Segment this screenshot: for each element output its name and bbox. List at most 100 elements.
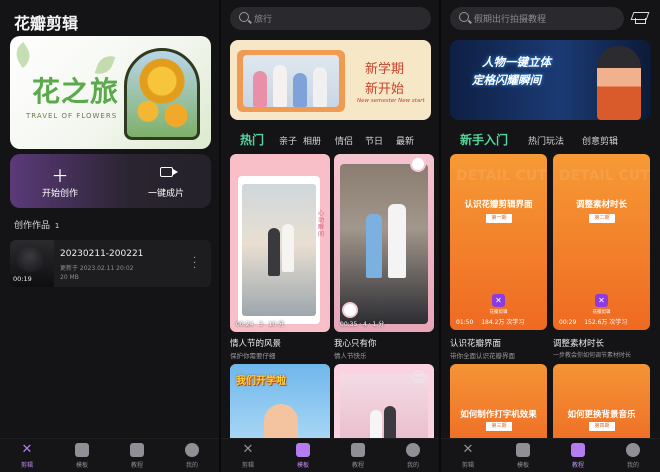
more-icon[interactable]: · · ·	[193, 254, 197, 274]
card-subtitle: 保护你需要仔细	[230, 352, 276, 360]
episode-badge: 第四期	[589, 422, 615, 431]
tab-label: 教程	[351, 462, 364, 469]
template-card[interactable]: 00:35 · 4 · 1 分	[334, 154, 434, 332]
card-title: 我心只有你	[334, 339, 377, 349]
tab-hot[interactable]: 热门	[240, 131, 264, 148]
banner-line2: 定格闪耀瞬间	[472, 73, 541, 87]
tab-beginner[interactable]: 新手入门	[460, 131, 508, 148]
tab-label: 我的	[406, 462, 419, 469]
card-subtitle: 情人节快乐	[334, 352, 367, 360]
work-item[interactable]: 00:19 20230211-200221 更新于 2023.02.11 20:…	[10, 240, 211, 287]
edit-x-icon: ✕	[242, 442, 254, 457]
tutorial-views: 184.2万 次学习	[481, 319, 525, 326]
category-tabs: 热门 亲子 相册 情侣 节日 最新	[240, 132, 439, 150]
bottom-tabbar: ✕ 剪辑 模板 教程 我的	[441, 438, 660, 472]
graduation-cap-icon[interactable]	[632, 10, 648, 24]
tab-tutorial[interactable]: 教程	[551, 441, 605, 469]
one-click-video-button[interactable]: 一键成片	[126, 154, 206, 208]
tab-template[interactable]: 模板	[276, 441, 330, 469]
tutorial-title: 调整素材时长	[553, 339, 605, 349]
tab-album[interactable]: 相册	[303, 134, 321, 147]
tab-label: 剪辑	[461, 462, 474, 469]
start-create-label: 开始创作	[41, 189, 78, 199]
template-icon	[75, 443, 89, 457]
tutorial-screen: 假期出行拍摄教程 人物一键立体 定格闪耀瞬间 新手入门 热门玩法 创意剪辑 DE…	[441, 0, 660, 472]
avatar-icon	[406, 443, 420, 457]
tab-family[interactable]: 亲子	[279, 134, 297, 147]
tab-edit[interactable]: ✕ 剪辑	[441, 441, 495, 470]
app-logo-icon: ✕	[492, 294, 505, 307]
card-meta: 00:35 · 4 · 1 分	[340, 321, 385, 328]
flower-decoration	[344, 304, 356, 316]
tab-hot-play[interactable]: 热门玩法	[528, 134, 564, 147]
category-tabs: 新手入门 热门玩法 创意剪辑	[460, 132, 660, 150]
tab-edit[interactable]: ✕ 剪辑	[221, 441, 275, 470]
tutorial-card[interactable]: DETAIL CUT 认识花瓣剪辑界面 第一期 ✕ 花瓣剪辑 01:50 184…	[450, 154, 547, 330]
hero-subtitle: TRAVEL OF FLOWERS	[26, 112, 118, 120]
app-title: 花瓣剪辑	[14, 14, 79, 33]
tab-edit[interactable]: ✕ 剪辑	[0, 441, 54, 470]
tab-label: 我的	[626, 462, 639, 469]
tab-mine[interactable]: 我的	[606, 441, 660, 469]
banner-line2: 新开始	[365, 82, 405, 97]
promo-banner[interactable]: 人物一键立体 定格闪耀瞬间	[450, 40, 651, 120]
tutorial-time: 01:50	[456, 319, 474, 326]
avatar-icon	[626, 443, 640, 457]
promo-banner[interactable]: 新学期 新开始 New semester New start	[230, 40, 431, 120]
template-icon	[296, 443, 310, 457]
tab-festival[interactable]: 节日	[365, 134, 383, 147]
tutorial-card[interactable]: DETAIL CUT 调整素材时长 第二期 ✕ 花瓣剪辑 00:29 152.6…	[553, 154, 650, 330]
tab-mine[interactable]: 我的	[386, 441, 439, 469]
tutorial-subtitle: 带你全面认识花瓣界面	[450, 352, 515, 360]
carousel-dots	[535, 112, 566, 115]
leaf-decoration	[11, 41, 35, 69]
start-create-button[interactable]: ＋ 开始创作	[10, 154, 110, 208]
flower-decoration	[412, 158, 424, 170]
couple-photo	[242, 184, 316, 316]
template-card[interactable]: 心动瞬间 00:24 · 3 · 10 分	[230, 154, 330, 332]
tab-couple[interactable]: 情侣	[335, 134, 353, 147]
tutorial-time: 00:29	[559, 319, 577, 326]
tab-label: 剪辑	[241, 462, 254, 469]
tutorial-card-title: 如何制作打字机效果	[460, 410, 537, 420]
tab-mine[interactable]: 我的	[165, 441, 219, 469]
works-heading: 创作作品 1	[14, 218, 59, 231]
tab-label: 我的	[185, 462, 198, 469]
tutorial-icon	[130, 443, 144, 457]
hero-banner[interactable]: 花之旅 TRAVEL OF FLOWERS	[10, 36, 211, 149]
tab-template[interactable]: 模板	[496, 441, 550, 469]
works-label: 创作作品	[14, 221, 51, 231]
tutorial-icon	[571, 443, 585, 457]
tutorial-card-title: 调整素材时长	[575, 200, 627, 210]
episode-badge: 第三期	[486, 422, 512, 431]
one-click-video-label: 一键成片	[147, 189, 184, 199]
tab-latest[interactable]: 最新	[396, 134, 414, 147]
tab-tutorial[interactable]: 教程	[110, 441, 164, 469]
tutorial-icon	[351, 443, 365, 457]
work-name: 20230211-200221	[60, 249, 144, 259]
brand-label: 花瓣剪辑	[592, 310, 611, 315]
create-actions: ＋ 开始创作 一键成片	[10, 154, 211, 208]
vertical-text: 心动瞬间	[318, 210, 325, 238]
search-bar[interactable]: 假期出行拍摄教程	[450, 7, 624, 30]
avatar-icon	[185, 443, 199, 457]
couple-photo	[340, 164, 428, 324]
watermark-text: DETAIL CUT	[456, 168, 547, 184]
tutorial-subtitle: 一步教会你如何调节素材时长	[553, 352, 632, 359]
watermark-text: DETAIL CUT	[559, 168, 650, 184]
bottom-tabbar: ✕ 剪辑 模板 教程 我的	[0, 438, 219, 472]
tab-creative-edit[interactable]: 创意剪辑	[582, 134, 618, 147]
tab-template[interactable]: 模板	[55, 441, 109, 469]
search-bar[interactable]: 旅行	[230, 7, 431, 30]
tab-label: 模板	[516, 462, 529, 469]
episode-badge: 第二期	[589, 214, 615, 223]
model-photo	[597, 46, 641, 120]
tab-tutorial[interactable]: 教程	[331, 441, 385, 469]
search-icon	[239, 12, 249, 22]
tutorial-meta: 01:50 184.2万 次学习	[456, 317, 524, 326]
search-icon	[459, 12, 469, 22]
template-screen: 旅行 新学期 新开始 New semester New start 热门 亲子 …	[221, 0, 439, 472]
work-thumbnail: 00:19	[10, 240, 54, 287]
heart-eyes-icon: 😍	[411, 370, 426, 386]
tutorial-title: 认识花瓣界面	[450, 339, 502, 349]
